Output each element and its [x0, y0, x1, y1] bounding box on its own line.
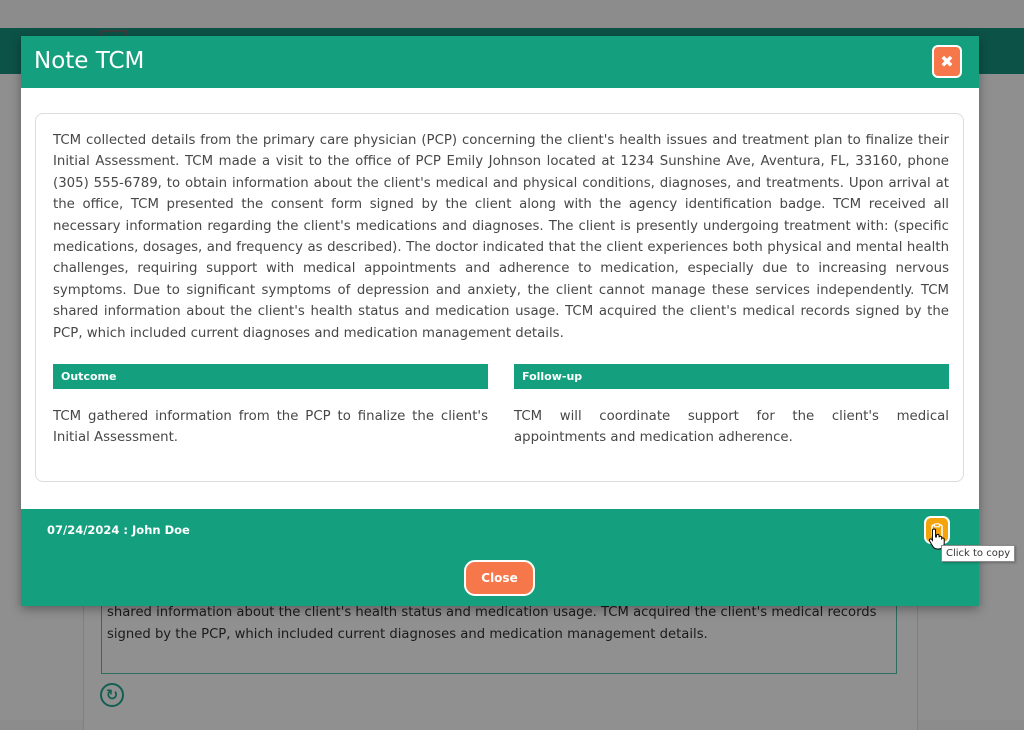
note-modal: Note TCM ✖ TCM collected details from th… [21, 36, 979, 606]
note-text: TCM collected details from the primary c… [53, 133, 949, 341]
followup-header: Follow-up [514, 364, 949, 389]
note-card: TCM collected details from the primary c… [35, 113, 964, 482]
close-icon: ✖ [940, 52, 954, 71]
note-date-author: 07/24/2024 : John Doe [47, 523, 190, 537]
modal-title: Note TCM [34, 48, 145, 74]
close-button[interactable]: Close [464, 560, 535, 596]
outcome-header: Outcome [53, 364, 488, 389]
followup-text: TCM will coordinate support for the clie… [514, 409, 949, 446]
modal-footer: 07/24/2024 : John Doe Close [21, 509, 979, 606]
outcome-text: TCM gathered information from the PCP to… [53, 409, 488, 446]
refresh-icon[interactable]: ↻ [100, 683, 124, 707]
copy-tooltip: Click to copy [941, 545, 1016, 562]
close-x-button[interactable]: ✖ [932, 45, 962, 78]
modal-header: Note TCM ✖ [21, 36, 979, 88]
